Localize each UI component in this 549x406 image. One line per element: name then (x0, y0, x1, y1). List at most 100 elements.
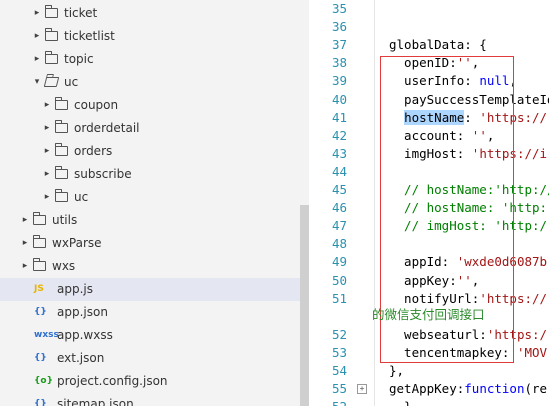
fold-expand-icon[interactable]: + (357, 384, 367, 395)
line-number: 48 (331, 236, 347, 252)
code-line[interactable]: 45 // hostName:'http:// (309, 181, 549, 199)
line-number: 39 (331, 73, 347, 89)
code-text: webseaturl:'https:/ (389, 326, 548, 342)
line-number: 43 (331, 145, 347, 161)
line-number: 47 (331, 218, 347, 234)
code-text: userInfo: null, (389, 73, 517, 89)
file-item[interactable]: {} app.json (0, 301, 300, 324)
folder-open-icon (43, 77, 60, 87)
folder-icon (54, 166, 68, 179)
line-number: 55 (331, 381, 347, 397)
code-line[interactable]: 44 (309, 163, 549, 181)
code-editor[interactable]: 35 36 37 globalData: {38 openID:'', 39 userI… (309, 0, 549, 406)
folder-icon (32, 258, 46, 271)
folder-item[interactable]: ▸ ticketlist (0, 25, 300, 48)
line-number: 52 (331, 326, 347, 342)
code-line[interactable]: 55 + getAppKey:function(re (309, 380, 549, 398)
line-number: 36 (331, 19, 347, 35)
code-line[interactable]: 36 (309, 18, 549, 36)
tree-item-label: utils (52, 213, 78, 227)
folder-item[interactable]: ▸ wxs (0, 255, 300, 278)
line-number: 35 (331, 1, 347, 16)
file-explorer: ▸ ticket ▸ ticketlist ▸ topic ▾ uc ▸ coupon ▸ order… (0, 0, 309, 406)
folder-icon (44, 51, 58, 64)
tree-item-label: app.wxss (57, 328, 113, 342)
file-type-icon: {} (34, 353, 47, 363)
chevron-right-icon[interactable]: ▸ (32, 48, 42, 71)
code-text: tencentmapkey: 'MOV (389, 344, 548, 360)
code-text: account: '', (389, 127, 495, 143)
code-line[interactable]: 39 userInfo: null, (309, 72, 549, 90)
chevron-right-icon[interactable]: ▸ (42, 186, 52, 209)
folder-icon (54, 189, 68, 202)
code-line[interactable]: 42 account: '', (309, 127, 549, 145)
tree-item-label: app.js (57, 282, 93, 296)
folder-item[interactable]: ▸ orders (0, 140, 300, 163)
code-line[interactable]: 49 appId: 'wxde0d6087b (309, 253, 549, 271)
line-number: 52 (309, 398, 347, 406)
folder-item[interactable]: ▸ subscribe (0, 163, 300, 186)
folder-item[interactable]: ▸ orderdetail (0, 117, 300, 140)
line-number: 51 (331, 290, 347, 306)
chevron-down-icon[interactable]: ▾ (32, 71, 42, 94)
chevron-right-icon[interactable]: ▸ (20, 232, 30, 255)
chevron-right-icon[interactable]: ▸ (32, 2, 42, 25)
code-text: appId: 'wxde0d6087b (389, 254, 548, 270)
line-number: 54 (331, 363, 347, 378)
code-text: } (389, 398, 412, 406)
code-line[interactable]: 52 } (309, 398, 549, 406)
code-line[interactable]: 47 // imgHost: 'http:/ (309, 217, 549, 235)
chevron-right-icon[interactable]: ▸ (42, 163, 52, 186)
folder-item[interactable]: ▸ coupon (0, 94, 300, 117)
tree-item-label: orders (74, 144, 113, 158)
folder-icon (54, 97, 68, 110)
code-text: }, (389, 363, 405, 378)
tree-item-label: uc (74, 190, 89, 204)
tree-item-label: coupon (74, 98, 119, 112)
file-item[interactable]: {o} project.config.json (0, 370, 300, 393)
chevron-right-icon[interactable]: ▸ (32, 25, 42, 48)
folder-item[interactable]: ▾ uc (0, 71, 300, 94)
code-line[interactable]: 50 appKey:'', (309, 272, 549, 290)
file-item[interactable]: wxss app.wxss (0, 324, 300, 347)
folder-item[interactable]: ▸ ticket (0, 2, 300, 25)
code-line[interactable]: 41 hostName: 'https:// (309, 109, 549, 127)
code-line[interactable]: 53 tencentmapkey: 'MOV (309, 344, 549, 362)
code-line[interactable]: 40 paySuccessTemplateId (309, 91, 549, 109)
code-line[interactable]: 48 (309, 235, 549, 253)
code-line[interactable]: 52 webseaturl:'https:/ (309, 326, 549, 344)
folder-item[interactable]: ▸ wxParse (0, 232, 300, 255)
chevron-right-icon[interactable]: ▸ (42, 117, 52, 140)
code-line[interactable]: 54}, (309, 362, 549, 380)
explorer-scrollbar[interactable] (300, 205, 309, 406)
chevron-right-icon[interactable]: ▸ (20, 209, 30, 232)
tree-item-label: sitemap.json (57, 397, 134, 406)
code-line[interactable]: 46 // hostName: 'http: (309, 199, 549, 217)
line-number: 49 (331, 254, 347, 270)
folder-item[interactable]: ▸ uc (0, 186, 300, 209)
tree-item-label: ext.json (57, 351, 105, 365)
code-text: openID:'', (389, 55, 480, 71)
line-number: 46 (331, 200, 347, 216)
file-item[interactable]: {} sitemap.json (0, 393, 300, 406)
tree-item-label: project.config.json (57, 374, 168, 388)
tree-item-label: wxs (52, 259, 76, 273)
line-number: 40 (331, 91, 347, 107)
tree-item-label: ticketlist (64, 29, 115, 43)
chevron-right-icon[interactable]: ▸ (42, 94, 52, 117)
chevron-right-icon[interactable]: ▸ (20, 255, 30, 278)
code-line[interactable]: 38 openID:'', (309, 54, 549, 72)
line-number: 44 (331, 163, 347, 179)
file-type-icon: {} (34, 307, 47, 317)
tree-item-label: topic (64, 52, 94, 66)
folder-item[interactable]: ▸ topic (0, 48, 300, 71)
code-line[interactable]: 35 (309, 0, 549, 18)
code-line[interactable]: 43 imgHost: 'https://i (309, 145, 549, 163)
file-item[interactable]: JS app.js (0, 278, 300, 301)
folder-item[interactable]: ▸ utils (0, 209, 300, 232)
file-item[interactable]: {} ext.json (0, 347, 300, 370)
folder-icon (44, 5, 58, 18)
chevron-right-icon[interactable]: ▸ (42, 140, 52, 163)
code-line[interactable]: 37 globalData: { (309, 36, 549, 54)
line-number: 42 (331, 127, 347, 143)
